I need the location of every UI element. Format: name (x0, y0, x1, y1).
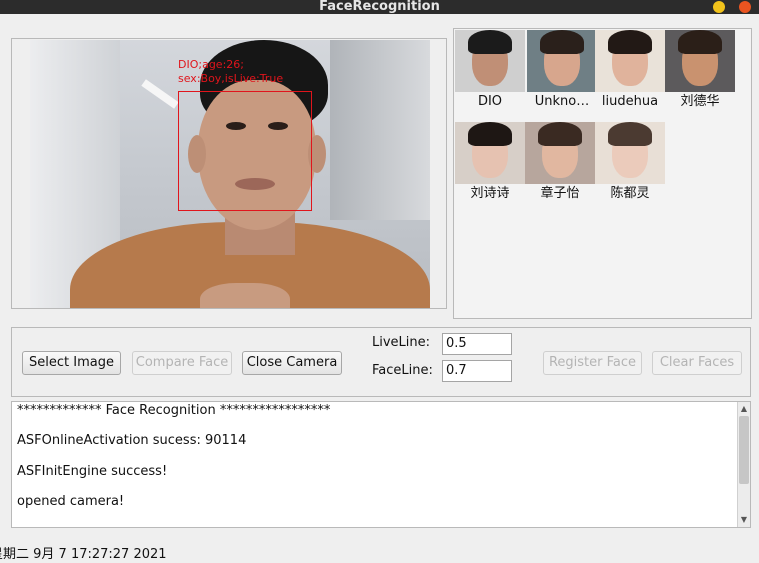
status-datetime: 星期二 9月 7 17:27:27 2021 (0, 547, 167, 562)
face-photo (527, 30, 597, 92)
face-photo (455, 30, 525, 92)
close-camera-button[interactable]: Close Camera (242, 351, 342, 375)
face-name: DIO (477, 94, 503, 109)
select-image-button[interactable]: Select Image (22, 351, 121, 375)
face-detection-label: DIO;age:26; sex:Boy,isLive:True (178, 58, 284, 85)
live-line-label: LiveLine: (372, 335, 431, 350)
close-window-button[interactable] (739, 1, 751, 13)
live-line-input[interactable]: 0.5 (442, 333, 512, 355)
clear-faces-button[interactable]: Clear Faces (652, 351, 742, 375)
log-output[interactable]: ************* Face Recognition *********… (11, 401, 751, 528)
face-name: 刘诗诗 (470, 186, 510, 201)
scroll-down-icon[interactable]: ▼ (738, 514, 750, 526)
face-line-label: FaceLine: (372, 363, 433, 378)
control-panel: Select Image Compare Face Close Camera L… (11, 327, 751, 397)
face-photo (455, 122, 525, 184)
gallery-face-item[interactable]: DIO (455, 30, 525, 111)
window-title: FaceRecognition (319, 0, 440, 14)
scroll-up-icon[interactable]: ▲ (738, 403, 750, 415)
face-detection-box (178, 91, 312, 211)
log-line: ASFInitEngine success! (17, 464, 168, 479)
log-line: opened camera! (17, 494, 125, 509)
title-bar: FaceRecognition (0, 0, 759, 14)
gallery-face-item[interactable]: 刘诗诗 (455, 122, 525, 203)
register-face-button[interactable]: Register Face (543, 351, 642, 375)
gallery-face-item[interactable]: liudehua (595, 30, 665, 111)
face-photo (525, 122, 595, 184)
minimize-button[interactable] (713, 1, 725, 13)
log-line: ************* Face Recognition *********… (17, 403, 331, 418)
face-name: 刘德华 (680, 94, 720, 109)
face-name: Unkno… (534, 94, 590, 109)
compare-face-button[interactable]: Compare Face (132, 351, 232, 375)
gallery-face-item[interactable]: Unkno… (527, 30, 597, 111)
camera-panel: DIO;age:26; sex:Boy,isLive:True (11, 38, 447, 309)
face-photo (595, 30, 665, 92)
face-gallery: DIO Unkno… liudehua 刘德华刘诗诗 章子怡 陈都灵 (453, 28, 752, 319)
face-name: liudehua (601, 94, 659, 109)
log-line: ASFOnlineActivation sucess: 90114 (17, 433, 247, 448)
log-scrollbar[interactable]: ▲ ▼ (737, 402, 750, 527)
gallery-face-item[interactable]: 章子怡 (525, 122, 595, 203)
face-line-input[interactable]: 0.7 (442, 360, 512, 382)
face-photo (595, 122, 665, 184)
gallery-face-item[interactable]: 刘德华 (665, 30, 735, 111)
face-photo (665, 30, 735, 92)
gallery-face-item[interactable]: 陈都灵 (595, 122, 665, 203)
face-name: 陈都灵 (610, 186, 650, 201)
face-name: 章子怡 (540, 186, 580, 201)
scrollbar-thumb[interactable] (739, 416, 749, 484)
camera-feed: DIO;age:26; sex:Boy,isLive:True (30, 40, 430, 308)
